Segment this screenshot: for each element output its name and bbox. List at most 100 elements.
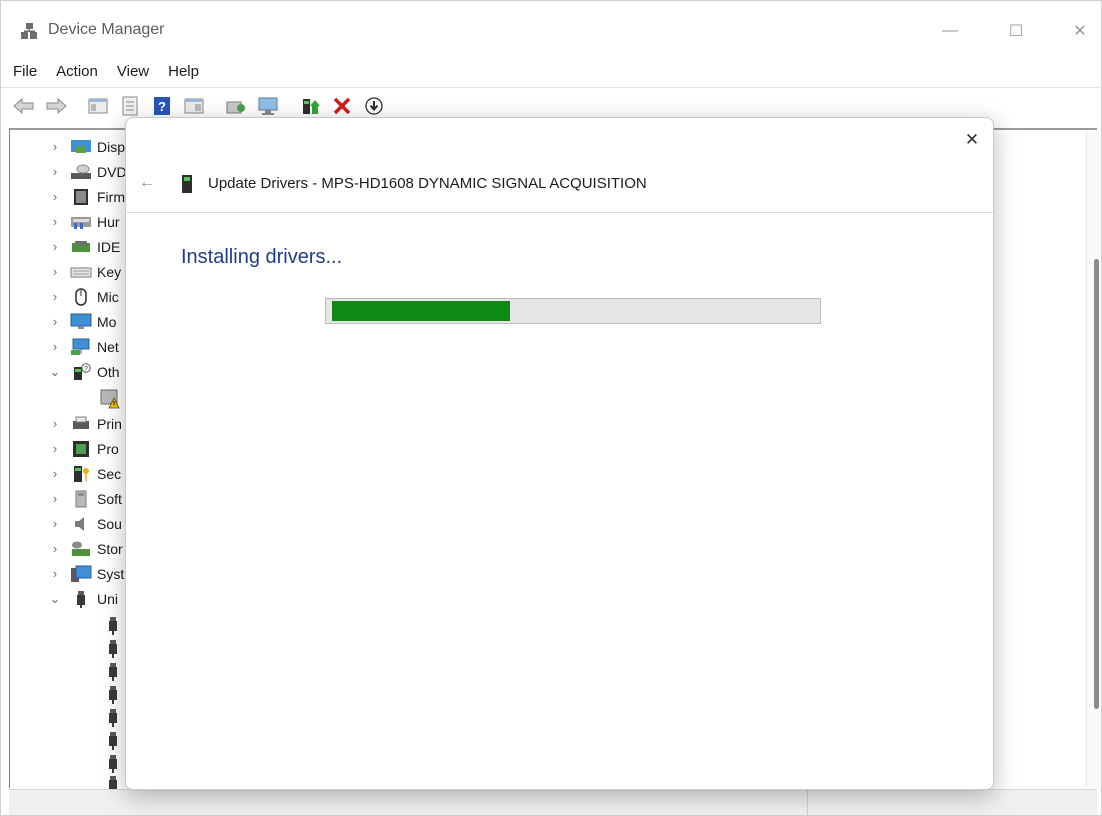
expand-chevron-icon[interactable]: › [46,541,64,556]
show-hide-console-tree-icon[interactable] [85,94,111,118]
expand-chevron-icon[interactable]: › [46,239,64,254]
status-bar-divider [807,790,808,816]
menu-action[interactable]: Action [56,63,98,80]
installing-heading: Installing drivers... [181,246,343,268]
expand-chevron-icon[interactable]: › [46,566,64,581]
tree-item-storage-controllers[interactable]: › Stor [10,536,123,561]
tree-item-network-adapters[interactable]: › Net [10,334,119,359]
tree-item-keyboards[interactable]: › Key [10,259,121,284]
tree-item-label: Mic [97,288,119,305]
tree-item-display-adapters[interactable]: › Disp [10,134,125,159]
expand-chevron-icon[interactable]: › [46,441,64,456]
unknown-device-warning-icon[interactable] [99,389,121,409]
menu-view[interactable]: View [117,63,149,80]
tree-item-label: Disp [97,138,126,155]
tree-item-label: Key [97,263,122,280]
expand-chevron-icon[interactable]: › [46,264,64,279]
tree-item-sound[interactable]: › Sou [10,511,122,536]
scrollbar-thumb[interactable] [1094,259,1099,709]
dialog-close-button[interactable]: ✕ [960,128,984,152]
usb-device-icon[interactable] [105,639,121,659]
tree-item-security-devices[interactable]: › Sec [10,461,121,486]
tree-item-processors[interactable]: › Pro [10,436,119,461]
tree-item-label: Oth [97,363,120,380]
tree-item-label: IDE [97,238,121,255]
expand-chevron-icon[interactable]: › [46,214,64,229]
close-window-button[interactable]: ✕ [1065,17,1095,45]
help-icon[interactable]: ? [149,94,175,118]
menu-file[interactable]: File [13,63,37,80]
usb-device-icon[interactable] [105,685,121,705]
tree-item-print-queues[interactable]: › Prin [10,411,122,436]
minimize-button[interactable]: — [935,17,965,45]
usb-device-icon[interactable] [105,616,121,636]
usb-device-icon[interactable] [105,662,121,682]
tree-item-other-devices[interactable]: ⌄ ? Oth [10,359,120,384]
tree-item-label: Hur [97,213,120,230]
usb-device-icon[interactable] [105,775,121,789]
tree-item-ide-controllers[interactable]: › IDE [10,234,121,259]
expand-chevron-icon[interactable]: › [46,189,64,204]
processor-icon [73,440,89,457]
window-title: Device Manager [48,21,165,38]
software-device-icon [75,490,87,507]
expand-chevron-icon[interactable]: › [46,516,64,531]
expand-chevron-icon[interactable]: › [46,466,64,481]
collapse-chevron-icon[interactable]: ⌄ [46,591,64,607]
progress-bar-fill [332,301,510,321]
expand-chevron-icon[interactable]: › [46,164,64,179]
computer-monitor-icon[interactable] [255,94,281,118]
network-adapter-icon [71,338,90,355]
tree-item-human-interface[interactable]: › Hur [10,209,120,234]
tree-item-software-devices[interactable]: › Soft [10,486,122,511]
expand-chevron-icon[interactable]: › [46,314,64,329]
update-driver-icon[interactable] [297,94,323,118]
collapse-chevron-icon[interactable]: ⌄ [46,364,64,380]
tree-item-label: Stor [97,540,123,557]
device-icon [182,175,192,193]
mouse-icon [75,287,87,306]
keyboard-icon [70,267,92,277]
tree-item-label: Pro [97,440,119,457]
show-action-pane-icon[interactable] [181,94,207,118]
dialog-back-button[interactable]: ← [136,172,158,194]
tree-item-label: Firm [97,188,125,205]
dialog-title: Update Drivers - MPS-HD1608 DYNAMIC SIGN… [208,175,647,192]
usb-device-icon[interactable] [105,708,121,728]
tree-item-label: Soft [97,490,122,507]
expand-chevron-icon[interactable]: › [46,339,64,354]
menu-help[interactable]: Help [168,63,199,80]
ide-controller-icon [72,240,90,252]
storage-controller-icon [72,541,90,556]
tree-item-mice[interactable]: › Mic [10,284,119,309]
expand-chevron-icon[interactable]: › [46,491,64,506]
uninstall-device-icon[interactable] [329,94,355,118]
tree-item-usb-controllers[interactable]: ⌄ Uni [10,586,118,611]
usb-device-icon[interactable] [105,754,121,774]
monitor-icon [70,313,92,329]
install-progress-bar [325,298,821,324]
usb-device-icon[interactable] [105,731,121,751]
device-manager-app-icon [21,23,37,39]
maximize-button[interactable]: ☐ [1001,17,1031,45]
print-queue-icon [73,416,89,429]
title-bar: Device Manager — ☐ ✕ [1,1,1101,57]
back-arrow-icon[interactable] [11,94,37,118]
tree-item-system-devices[interactable]: › Syst [10,561,124,586]
tree-item-monitors[interactable]: › Mo [10,309,116,334]
expand-chevron-icon[interactable]: › [46,289,64,304]
tree-item-label: Uni [97,590,119,607]
expand-chevron-icon[interactable]: › [46,139,64,154]
security-device-icon [74,465,89,482]
disable-device-icon[interactable] [361,94,387,118]
tree-item-firmware[interactable]: › Firm [10,184,125,209]
tree-item-dvd-drives[interactable]: › DVD [10,159,127,184]
update-drivers-dialog: ✕ ← Update Drivers - MPS-HD1608 DYNAMIC … [125,117,994,790]
dvd-drive-icon [71,164,91,179]
expand-chevron-icon[interactable]: › [46,416,64,431]
svg-text:?: ? [84,366,88,373]
properties-icon[interactable] [117,94,143,118]
forward-arrow-icon[interactable] [43,94,69,118]
scan-hardware-icon[interactable] [223,94,249,118]
device-manager-window: Device Manager — ☐ ✕ File Action View He… [0,0,1102,816]
